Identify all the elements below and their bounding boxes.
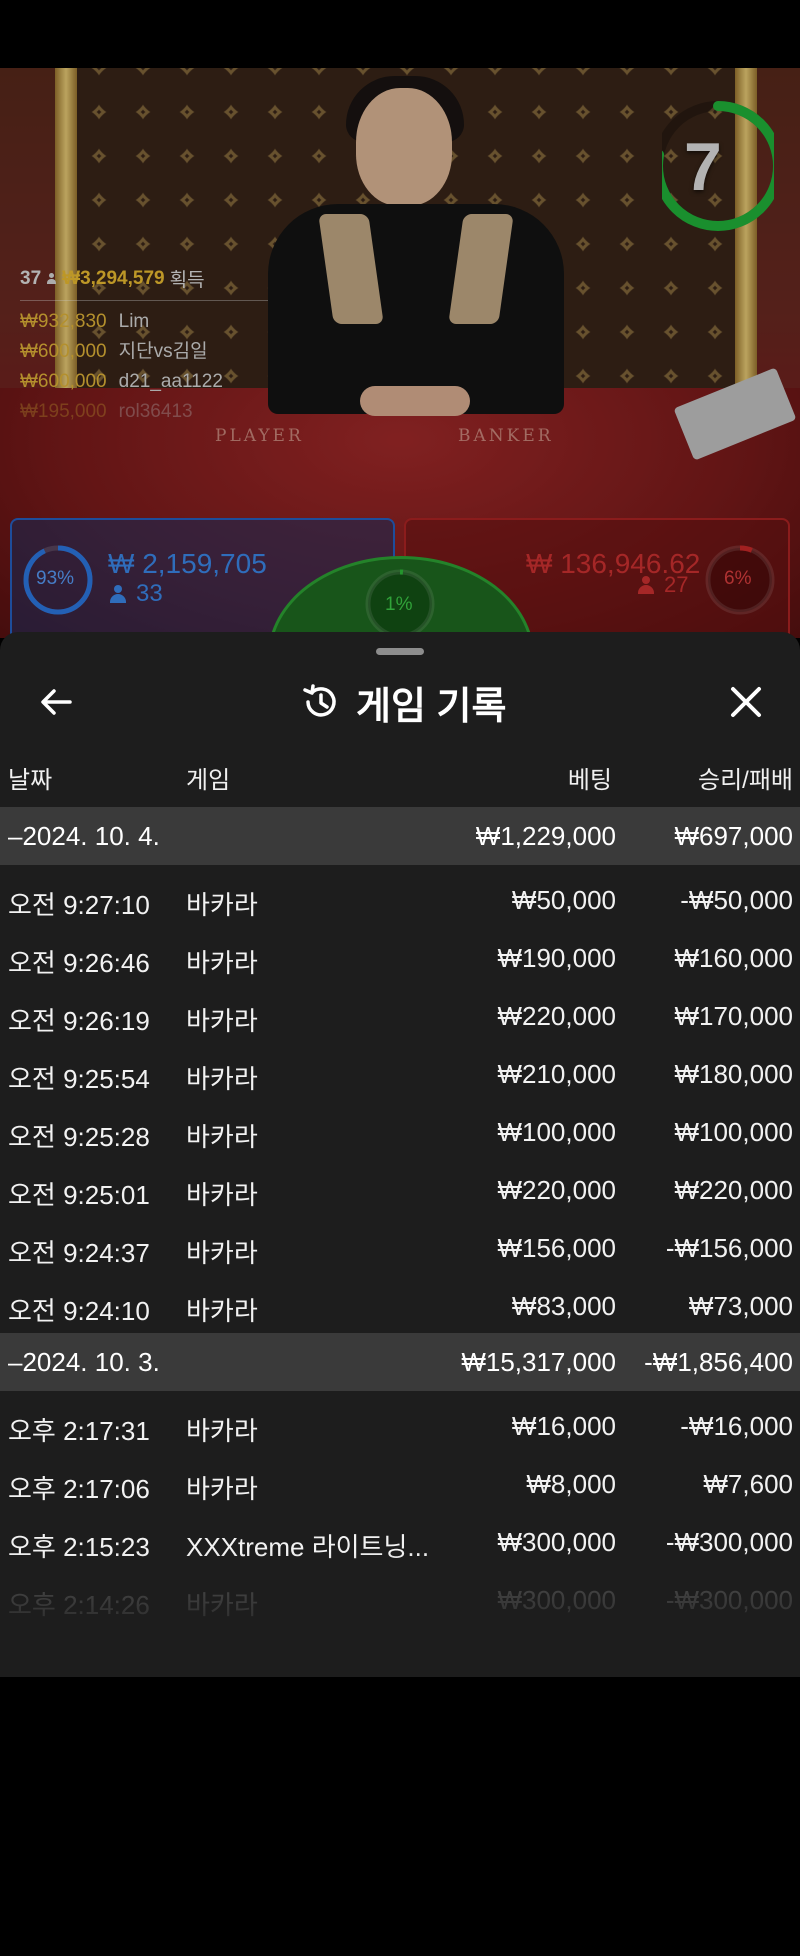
- column-header-bet: 베팅: [567, 767, 612, 794]
- bottom-black-area: [0, 1677, 800, 1956]
- group-bet-total: ₩1,229,000: [475, 821, 616, 851]
- row-bet: ₩210,000: [497, 1059, 616, 1089]
- arrow-left-icon: [41, 689, 72, 715]
- history-row[interactable]: 오전 9:25:28 바카라 ₩100,000 ₩100,000: [0, 1101, 800, 1159]
- row-time: 오전 9:25:01: [8, 1180, 150, 1210]
- row-game: 바카라: [186, 1238, 258, 1268]
- sheet-drag-handle[interactable]: [376, 648, 424, 655]
- row-result: ₩170,000: [674, 1001, 793, 1031]
- row-bet: ₩220,000: [497, 1175, 616, 1205]
- date-group-header[interactable]: –2024. 10. 4. ₩1,229,000 ₩697,000: [0, 807, 800, 865]
- row-game: 바카라: [186, 948, 258, 978]
- row-game: 바카라: [186, 1064, 258, 1094]
- row-result: -₩156,000: [665, 1233, 793, 1263]
- row-result: ₩220,000: [674, 1175, 793, 1205]
- row-game: 바카라: [186, 1296, 258, 1326]
- row-bet: ₩16,000: [511, 1411, 616, 1441]
- history-icon: [303, 684, 336, 717]
- row-time: 오후 2:15:23: [8, 1532, 150, 1562]
- history-row[interactable]: 오후 2:17:06 바카라 ₩8,000 ₩7,600: [0, 1453, 800, 1511]
- top-black-bar: [0, 0, 800, 68]
- row-time: 오후 2:17:31: [8, 1416, 150, 1446]
- game-history-sheet: 게임 기록 날짜 게임 베팅 승리/패배 –2024. 10. 4. ₩1,22…: [0, 632, 800, 1677]
- history-row[interactable]: 오전 9:26:46 바카라 ₩190,000 ₩160,000: [0, 927, 800, 985]
- history-row[interactable]: 오전 9:26:19 바카라 ₩220,000 ₩170,000: [0, 985, 800, 1043]
- row-time: 오후 2:14:26: [8, 1590, 150, 1620]
- history-list: –2024. 10. 4. ₩1,229,000 ₩697,000 오전 9:2…: [0, 807, 800, 1627]
- history-row[interactable]: 오전 9:24:10 바카라 ₩83,000 ₩73,000: [0, 1275, 800, 1333]
- video-dim-overlay: [0, 68, 800, 638]
- row-time: 오전 9:26:46: [8, 948, 150, 978]
- row-time: 오전 9:25:28: [8, 1122, 150, 1152]
- row-game: 바카라: [186, 1180, 258, 1210]
- row-result: ₩7,600: [703, 1469, 793, 1499]
- history-row[interactable]: 오후 2:17:31 바카라 ₩16,000 -₩16,000: [0, 1395, 800, 1453]
- row-result: ₩100,000: [674, 1117, 793, 1147]
- row-time: 오전 9:25:54: [8, 1064, 150, 1094]
- date-group-header[interactable]: –2024. 10. 3. ₩15,317,000 -₩1,856,400: [0, 1333, 800, 1391]
- history-row[interactable]: 오전 9:27:10 바카라 ₩50,000 -₩50,000: [0, 869, 800, 927]
- row-result: ₩160,000: [674, 943, 793, 973]
- row-result: -₩300,000: [665, 1527, 793, 1557]
- sheet-title-text: 게임 기록: [356, 685, 507, 728]
- row-result: -₩300,000: [665, 1585, 793, 1615]
- group-date: –2024. 10. 3.: [8, 1347, 160, 1377]
- row-bet: ₩190,000: [497, 943, 616, 973]
- back-button[interactable]: [30, 676, 82, 728]
- close-icon: [731, 687, 761, 717]
- group-bet-total: ₩15,317,000: [461, 1347, 616, 1377]
- row-game: 바카라: [186, 1416, 258, 1446]
- row-bet: ₩300,000: [497, 1585, 616, 1615]
- row-time: 오후 2:17:06: [8, 1474, 150, 1504]
- column-header-result: 승리/패배: [698, 767, 793, 794]
- row-game: 바카라: [186, 1006, 258, 1036]
- history-row[interactable]: 오전 9:24:37 바카라 ₩156,000 -₩156,000: [0, 1217, 800, 1275]
- row-result: -₩16,000: [680, 1411, 793, 1441]
- row-bet: ₩300,000: [497, 1527, 616, 1557]
- row-game: XXXtreme 라이트닝...: [186, 1532, 430, 1562]
- row-bet: ₩83,000: [511, 1291, 616, 1321]
- row-bet: ₩220,000: [497, 1001, 616, 1031]
- row-bet: ₩156,000: [497, 1233, 616, 1263]
- history-row[interactable]: 오전 9:25:01 바카라 ₩220,000 ₩220,000: [0, 1159, 800, 1217]
- row-time: 오전 9:27:10: [8, 890, 150, 920]
- row-time: 오전 9:24:37: [8, 1238, 150, 1268]
- column-header-date: 날짜: [8, 767, 53, 794]
- row-bet: ₩100,000: [497, 1117, 616, 1147]
- history-row[interactable]: 오후 2:14:26 바카라 ₩300,000 -₩300,000: [0, 1569, 800, 1627]
- row-bet: ₩50,000: [511, 885, 616, 915]
- row-time: 오전 9:26:19: [8, 1006, 150, 1036]
- close-button[interactable]: [720, 676, 772, 728]
- table-header: 날짜 게임 베팅 승리/패배: [0, 752, 800, 796]
- group-date: –2024. 10. 4.: [8, 821, 160, 851]
- row-game: 바카라: [186, 890, 258, 920]
- column-header-game: 게임: [186, 767, 231, 794]
- row-time: 오전 9:24:10: [8, 1296, 150, 1326]
- row-result: ₩180,000: [674, 1059, 793, 1089]
- row-result: ₩73,000: [688, 1291, 793, 1321]
- history-row[interactable]: 오후 2:15:23 XXXtreme 라이트닝... ₩300,000 -₩300,…: [0, 1511, 800, 1569]
- sheet-title: 게임 기록: [300, 674, 506, 730]
- group-result-total: -₩1,856,400: [644, 1347, 793, 1377]
- history-row[interactable]: 오전 9:25:54 바카라 ₩210,000 ₩180,000: [0, 1043, 800, 1101]
- row-game: 바카라: [186, 1474, 258, 1504]
- row-game: 바카라: [186, 1590, 258, 1620]
- group-result-total: ₩697,000: [674, 821, 793, 851]
- row-game: 바카라: [186, 1122, 258, 1152]
- row-bet: ₩8,000: [526, 1469, 616, 1499]
- row-result: -₩50,000: [680, 885, 793, 915]
